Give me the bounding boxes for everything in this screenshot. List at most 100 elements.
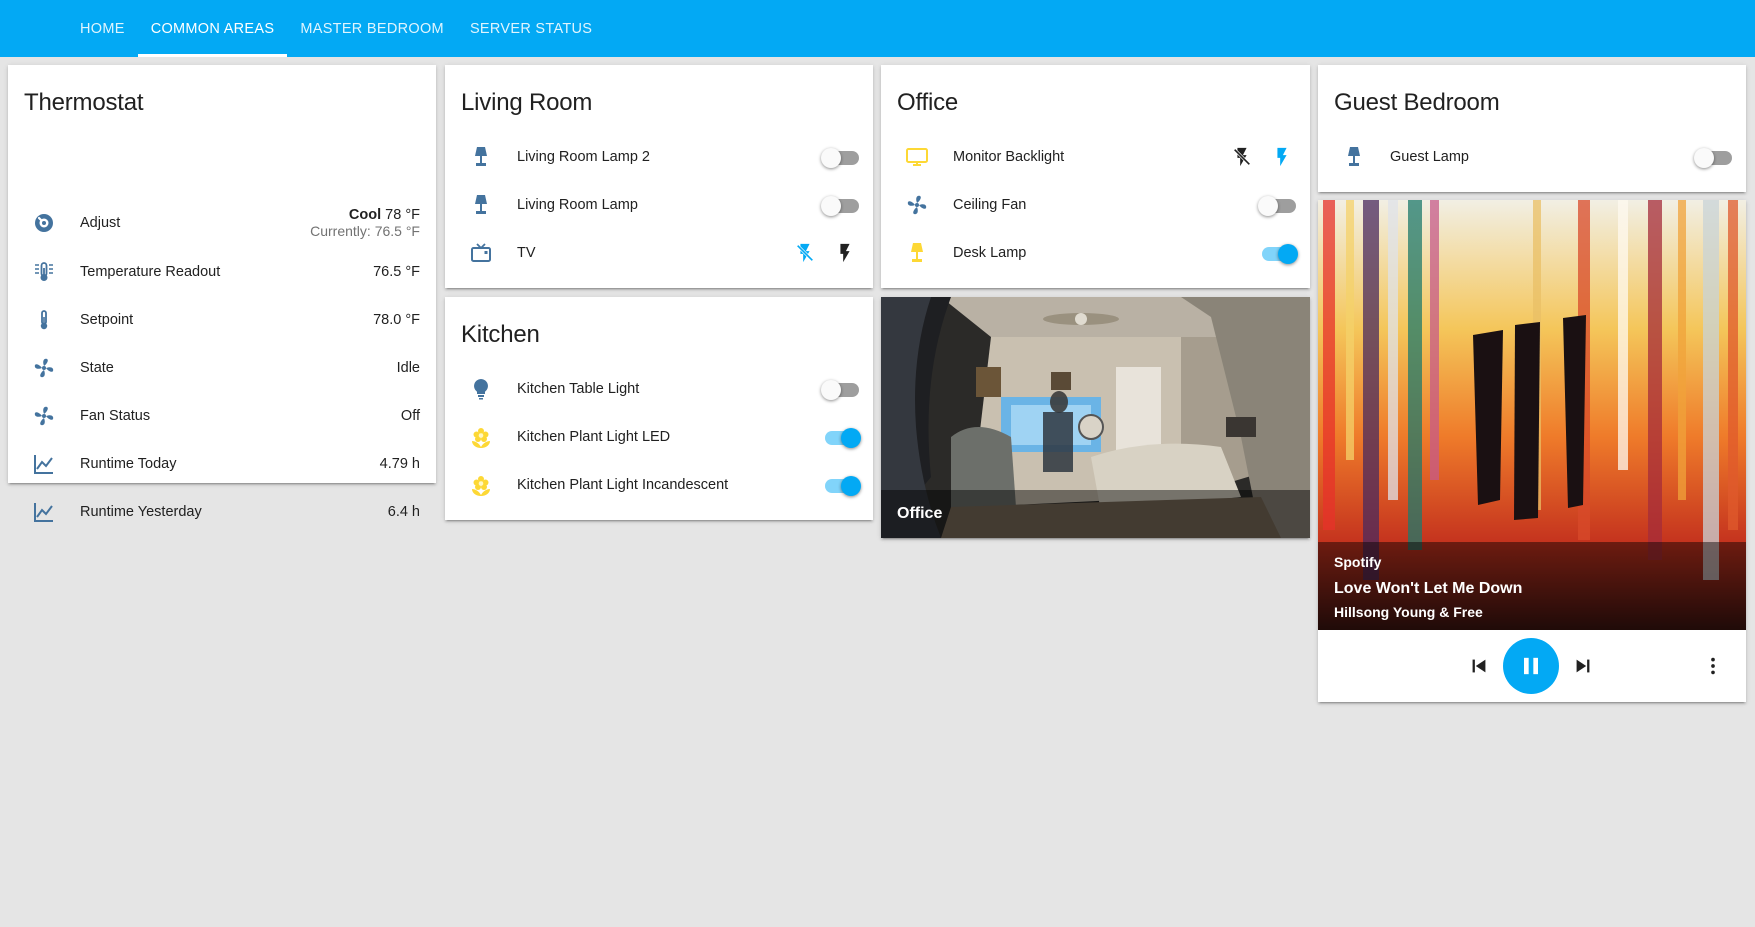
entity-row[interactable]: Ceiling Fan xyxy=(897,185,1296,225)
lamp-icon xyxy=(1334,137,1374,177)
row-value: 6.4 h xyxy=(387,504,420,520)
guest-lamp-toggle[interactable] xyxy=(1694,147,1734,168)
card-title: Living Room xyxy=(461,89,593,116)
flower-icon xyxy=(461,465,501,505)
guest-bedroom-card: Guest Bedroom Guest Lamp xyxy=(1318,65,1746,192)
power-on-button[interactable] xyxy=(1262,137,1302,177)
media-source: Spotify xyxy=(1334,554,1382,570)
row-label: Setpoint xyxy=(80,312,134,328)
thermostat-adjust-row[interactable]: Adjust Cool 78 °F Currently: 76.5 °F xyxy=(24,199,420,247)
card-title: Thermostat xyxy=(24,89,144,116)
media-info-bar: Spotify Love Won't Let Me Down Hillsong … xyxy=(1318,542,1746,630)
monitor-icon xyxy=(897,137,937,177)
thermostat-dial-icon xyxy=(24,203,64,243)
lamp-icon xyxy=(897,233,937,273)
more-options-button[interactable] xyxy=(1693,646,1733,686)
kitchen-plant-light-led-toggle[interactable] xyxy=(821,427,861,448)
entity-row[interactable]: Living Room Lamp 2 xyxy=(461,137,859,177)
fan-icon xyxy=(24,348,64,388)
tab-master-bedroom[interactable]: MASTER BEDROOM xyxy=(287,0,457,57)
entity-name: Ceiling Fan xyxy=(953,197,1027,213)
power-on-button[interactable] xyxy=(825,233,865,273)
current-temperature: Currently: 76.5 °F xyxy=(310,223,420,239)
flash-off-icon xyxy=(796,243,814,263)
skip-previous-icon xyxy=(1472,659,1486,673)
fan-icon xyxy=(897,185,937,225)
entity-row[interactable]: Living Room Lamp xyxy=(461,185,859,225)
ceiling-fan-toggle[interactable] xyxy=(1258,195,1298,216)
entity-row[interactable]: Desk Lamp xyxy=(897,233,1298,273)
kitchen-table-light-toggle[interactable] xyxy=(821,379,861,400)
desk-lamp-toggle[interactable] xyxy=(1258,243,1298,264)
tab-common-areas[interactable]: COMMON AREAS xyxy=(137,0,288,57)
living-room-card: Living Room Living Room Lamp 2 Living Ro… xyxy=(445,65,873,288)
card-title: Guest Bedroom xyxy=(1334,89,1500,116)
card-title: Kitchen xyxy=(461,321,540,348)
next-track-button[interactable] xyxy=(1563,646,1603,686)
play-pause-button[interactable] xyxy=(1503,638,1559,694)
entity-name: Monitor Backlight xyxy=(953,149,1065,165)
setpoint-row[interactable]: Setpoint 78.0 °F xyxy=(24,300,420,340)
camera-caption-bar: Office xyxy=(881,490,1310,538)
media-player-card: Spotify Love Won't Let Me Down Hillsong … xyxy=(1318,200,1746,702)
living-room-lamp-toggle[interactable] xyxy=(821,195,861,216)
kitchen-card: Kitchen Kitchen Table Light Kitchen Plan… xyxy=(445,297,873,520)
state-row[interactable]: State Idle xyxy=(24,348,420,388)
lamp-icon xyxy=(461,137,501,177)
lightbulb-icon xyxy=(461,369,501,409)
previous-track-button[interactable] xyxy=(1459,646,1499,686)
media-artist: Hillsong Young & Free xyxy=(1334,604,1483,620)
row-label: Temperature Readout xyxy=(80,264,221,280)
hvac-mode: Cool xyxy=(348,207,382,223)
flash-icon xyxy=(840,243,850,263)
entity-row[interactable]: Monitor Backlight xyxy=(897,137,1294,177)
entity-name: Guest Lamp xyxy=(1390,149,1469,165)
fan-status-row[interactable]: Fan Status Off xyxy=(24,396,420,436)
adjust-label: Adjust xyxy=(80,215,121,231)
flash-icon xyxy=(1277,147,1287,167)
entity-name: TV xyxy=(517,245,536,261)
row-label: State xyxy=(80,360,114,376)
entity-name: Desk Lamp xyxy=(953,245,1027,261)
entity-row[interactable]: Kitchen Plant Light LED xyxy=(461,417,861,457)
temperature-readout-row[interactable]: Temperature Readout 76.5 °F xyxy=(24,252,420,292)
entity-row[interactable]: Kitchen Table Light xyxy=(461,369,859,409)
pause-icon xyxy=(1524,657,1538,675)
thermostat-state: Cool 78 °F Currently: 76.5 °F xyxy=(310,207,420,239)
media-track-title: Love Won't Let Me Down xyxy=(1334,580,1523,597)
flash-off-icon xyxy=(1233,147,1251,167)
power-off-button[interactable] xyxy=(785,233,825,273)
entity-name: Kitchen Table Light xyxy=(517,381,640,397)
flower-icon xyxy=(461,417,501,457)
runtime-yesterday-row[interactable]: Runtime Yesterday 6.4 h xyxy=(24,492,420,532)
entity-name: Kitchen Plant Light LED xyxy=(517,429,671,445)
chart-line-icon xyxy=(24,444,64,484)
entity-row[interactable]: TV xyxy=(461,233,857,273)
office-camera-card[interactable]: Office xyxy=(881,297,1310,538)
entity-row[interactable]: Kitchen Plant Light Incandescent xyxy=(461,465,861,505)
entity-name: Living Room Lamp xyxy=(517,197,638,213)
camera-name: Office xyxy=(897,505,943,522)
thermostat-card: Thermostat Adjust Cool 78 °F Currently: … xyxy=(8,65,436,522)
tv-icon xyxy=(461,233,501,273)
entity-row[interactable]: Guest Lamp xyxy=(1334,137,1732,177)
card-title: Office xyxy=(897,89,959,116)
living-room-lamp-2-toggle[interactable] xyxy=(821,147,861,168)
entity-name: Kitchen Plant Light Incandescent xyxy=(517,477,729,493)
skip-next-icon xyxy=(1576,659,1590,673)
chart-line-icon xyxy=(24,492,64,532)
row-label: Fan Status xyxy=(80,408,151,424)
row-value: Idle xyxy=(396,360,420,376)
view-tabs: HOME COMMON AREAS MASTER BEDROOM SERVER … xyxy=(67,0,605,57)
runtime-today-row[interactable]: Runtime Today 4.79 h xyxy=(24,444,420,484)
thermometer-icon xyxy=(24,300,64,340)
lamp-icon xyxy=(461,185,501,225)
kitchen-plant-light-incandescent-toggle[interactable] xyxy=(821,475,861,496)
power-off-button[interactable] xyxy=(1222,137,1262,177)
tab-server-status[interactable]: SERVER STATUS xyxy=(457,0,605,57)
temperature-readout-icon xyxy=(24,252,64,292)
target-temperature: 78 °F xyxy=(385,207,420,223)
tab-home[interactable]: HOME xyxy=(67,0,138,57)
office-card: Office Monitor Backlight Ceiling Fan Des… xyxy=(881,65,1310,288)
row-value: Off xyxy=(400,408,420,424)
